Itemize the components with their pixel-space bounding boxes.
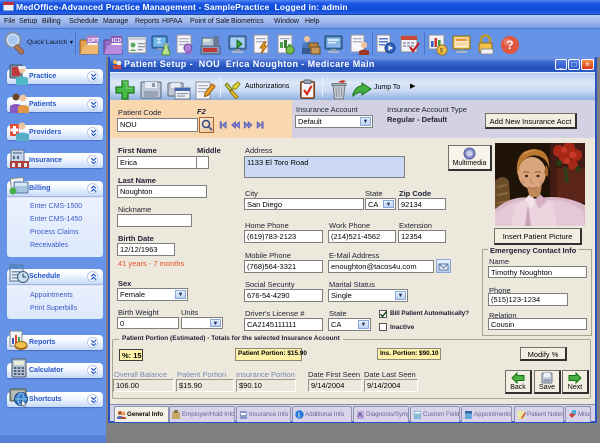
svg-text:CPT: CPT <box>88 38 99 44</box>
svg-text:?: ? <box>506 38 513 52</box>
svg-text:i: i <box>298 413 300 420</box>
svg-text:ICD: ICD <box>112 38 122 44</box>
